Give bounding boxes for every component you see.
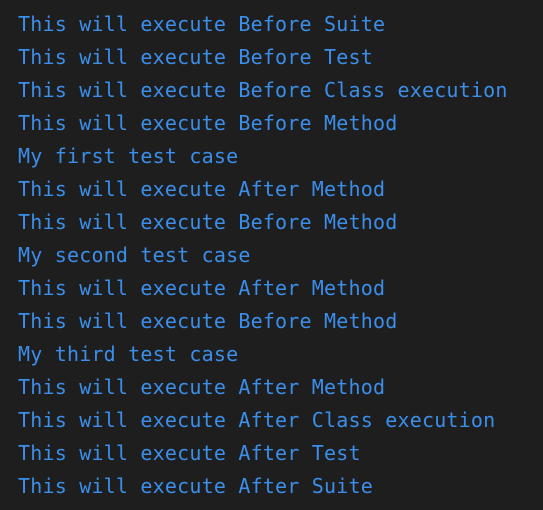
console-line: This will execute Before Method bbox=[18, 111, 398, 135]
console-line: My second test case bbox=[18, 243, 251, 267]
console-line: This will execute After Test bbox=[18, 441, 361, 465]
console-line: This will execute After Class execution bbox=[18, 408, 496, 432]
console-line: This will execute Before Test bbox=[18, 45, 373, 69]
console-line: This will execute After Method bbox=[18, 375, 386, 399]
console-line: This will execute After Suite bbox=[18, 474, 373, 498]
console-line: This will execute Before Class execution bbox=[18, 78, 508, 102]
console-line: My third test case bbox=[18, 342, 239, 366]
console-line: This will execute Before Method bbox=[18, 210, 398, 234]
console-line: This will execute After Method bbox=[18, 177, 386, 201]
console-line: This will execute Before Suite bbox=[18, 12, 386, 36]
console-line: This will execute After Method bbox=[18, 276, 386, 300]
console-line: My first test case bbox=[18, 144, 239, 168]
console-output: This will execute Before Suite This will… bbox=[0, 0, 543, 510]
console-line: This will execute Before Method bbox=[18, 309, 398, 333]
